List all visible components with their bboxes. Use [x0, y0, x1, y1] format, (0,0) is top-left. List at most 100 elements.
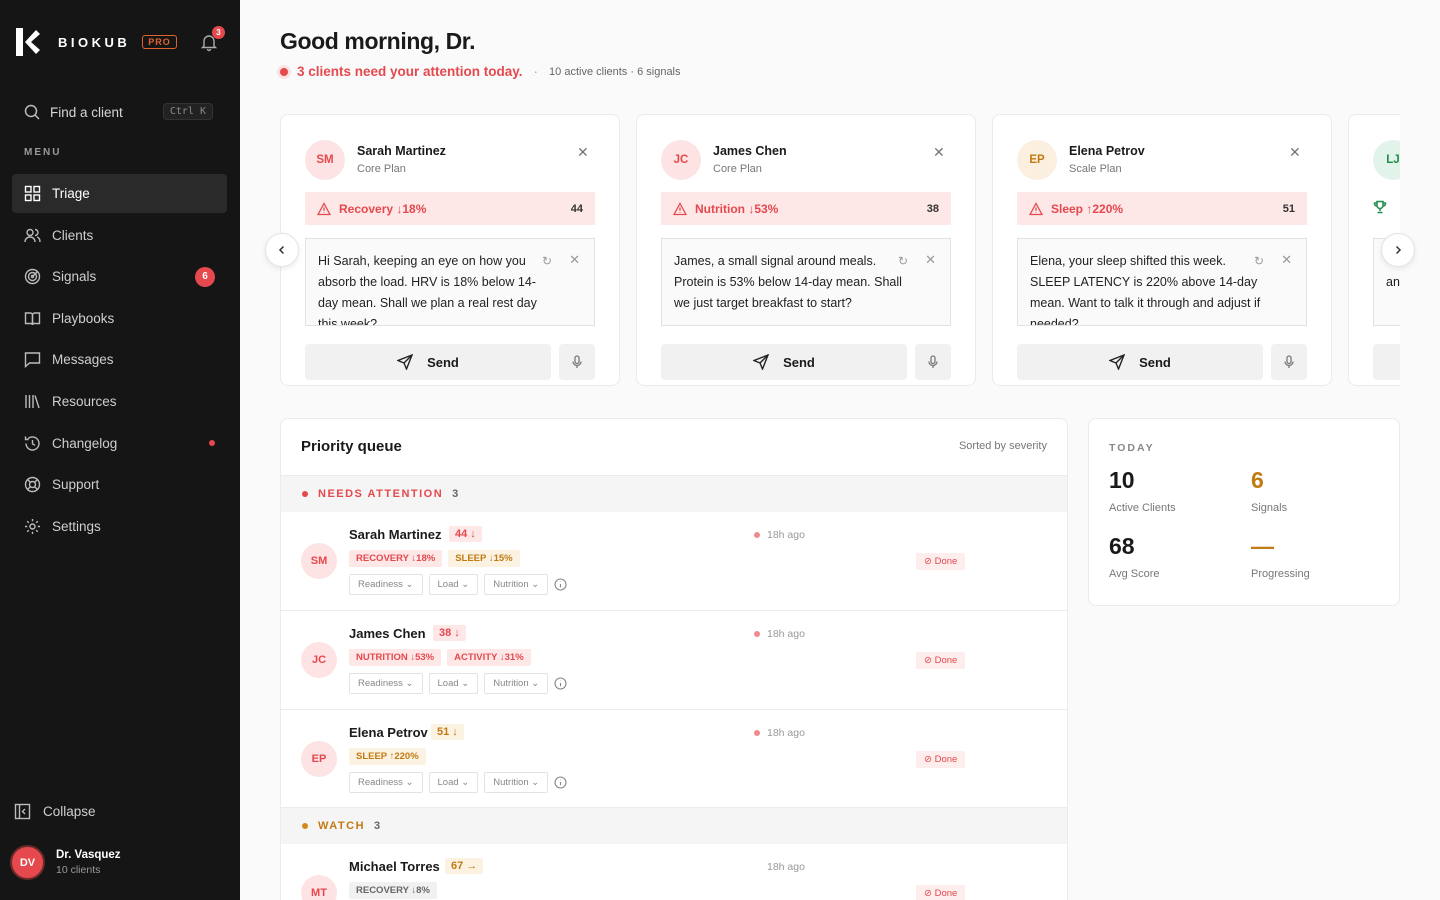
avatar: JC: [661, 140, 701, 180]
client-name: Sarah Martinez: [349, 527, 442, 542]
nav-item-support[interactable]: Support: [12, 465, 227, 504]
nutrition-select[interactable]: Nutrition ⌄: [484, 574, 549, 595]
readiness-select[interactable]: Readiness ⌄: [349, 673, 423, 694]
stat-active-clients: 10 Active Clients: [1109, 467, 1176, 514]
history-icon: [24, 435, 41, 452]
nav-item-clients[interactable]: Clients: [12, 216, 227, 255]
status-dot: [302, 823, 308, 829]
section-title: Priority queue: [301, 438, 402, 455]
client-plan: Core Plan: [713, 163, 762, 175]
close-icon[interactable]: ✕: [1289, 145, 1303, 159]
score-badge: 67 →: [445, 858, 484, 874]
mic-button[interactable]: [559, 344, 595, 380]
nav-item-triage[interactable]: Triage: [12, 174, 227, 213]
draft-message[interactable]: Elena, your sleep shifted this week. SLE…: [1017, 238, 1307, 326]
user-client-count: 10 clients: [56, 864, 101, 876]
client-name[interactable]: Sarah Martinez: [357, 144, 446, 158]
close-icon[interactable]: ✕: [1281, 249, 1292, 270]
nav-item-signals[interactable]: Signals 6: [12, 257, 227, 296]
warning-icon: [1029, 201, 1043, 215]
signal-chip: SLEEP ↑220%: [349, 748, 426, 765]
alert-label: Sleep ↑220%: [1051, 201, 1124, 216]
mic-button[interactable]: [915, 344, 951, 380]
client-name: Michael Torres: [349, 859, 440, 874]
chevron-left-icon: [278, 245, 285, 255]
stat-value: 10: [1109, 467, 1135, 493]
trophy-icon: [1373, 200, 1387, 217]
client-name[interactable]: Elena Petrov: [1069, 144, 1145, 158]
draft-message-text: James, a small signal around meals. Prot…: [674, 254, 902, 310]
nav-item-resources[interactable]: Resources: [12, 382, 227, 421]
send-button[interactable]: [1373, 344, 1400, 380]
signal-chip: SLEEP ↓15%: [448, 550, 520, 567]
load-select[interactable]: Load ⌄: [428, 772, 479, 793]
avatar: SM: [301, 543, 337, 579]
avatar: JC: [301, 642, 337, 678]
info-icon[interactable]: [554, 776, 567, 789]
load-select[interactable]: Load ⌄: [428, 574, 479, 595]
refresh-icon[interactable]: ↻: [898, 251, 908, 272]
nav-label: Support: [52, 477, 100, 493]
send-icon: [397, 354, 414, 370]
mic-button[interactable]: [1271, 344, 1307, 380]
user-name: Dr. Vasquez: [56, 849, 121, 861]
table-row[interactable]: EP Elena Petrov 51 ↓ SLEEP ↑220% Readine…: [281, 710, 1067, 809]
client-card: SM Sarah Martinez Core Plan ✕ Recovery ↓…: [280, 114, 620, 386]
done-button[interactable]: ⊘ Done: [916, 885, 966, 900]
last-updated: 18h ago: [754, 727, 805, 739]
stat-signals: 6 Signals: [1251, 467, 1287, 514]
brand-logo[interactable]: BIOKUB PRO: [16, 28, 177, 56]
user-profile[interactable]: DV Dr. Vasquez 10 clients: [10, 845, 121, 880]
library-icon: [24, 393, 41, 410]
table-row[interactable]: JC James Chen 38 ↓ NUTRITION ↓53% ACTIVI…: [281, 611, 1067, 710]
refresh-icon[interactable]: ↻: [1254, 251, 1264, 272]
send-icon: [1109, 354, 1126, 370]
microphone-icon: [928, 355, 938, 368]
signal-alert: Recovery ↓18% 44: [305, 192, 595, 225]
close-icon[interactable]: ✕: [569, 249, 580, 270]
done-button[interactable]: ⊘ Done: [916, 553, 966, 570]
lifebuoy-icon: [24, 476, 41, 493]
page-title: Good morning, Dr.: [280, 28, 476, 54]
client-name[interactable]: James Chen: [713, 144, 787, 158]
carousel-prev-button[interactable]: [265, 233, 299, 267]
avatar: DV: [10, 845, 45, 880]
nutrition-select[interactable]: Nutrition ⌄: [484, 673, 549, 694]
send-button[interactable]: Send: [1017, 344, 1263, 380]
draft-message[interactable]: Hi Sarah, keeping an eye on how you abso…: [305, 238, 595, 326]
done-button[interactable]: ⊘ Done: [916, 751, 966, 768]
readiness-select[interactable]: Readiness ⌄: [349, 772, 423, 793]
last-updated: 18h ago: [754, 529, 805, 541]
pro-badge: PRO: [142, 35, 177, 49]
close-icon[interactable]: ✕: [925, 249, 936, 270]
info-icon[interactable]: [554, 677, 567, 690]
warning-icon: [673, 201, 687, 215]
signal-chip: NUTRITION ↓53%: [349, 649, 442, 666]
close-icon[interactable]: ✕: [933, 145, 947, 159]
client-card: JC James Chen Core Plan ✕ Nutrition ↓53%…: [636, 114, 976, 386]
nutrition-select[interactable]: Nutrition ⌄: [484, 772, 549, 793]
find-client-button[interactable]: Find a client Ctrl K: [12, 96, 227, 128]
nav-item-playbooks[interactable]: Playbooks: [12, 299, 227, 338]
carousel-next-button[interactable]: [1381, 233, 1415, 267]
alert-score: 51: [1282, 202, 1295, 215]
stat-label: Progressing: [1251, 568, 1310, 580]
nav-item-messages[interactable]: Messages: [12, 340, 227, 379]
avatar: LJ: [1373, 140, 1400, 180]
send-button[interactable]: Send: [661, 344, 907, 380]
readiness-select[interactable]: Readiness ⌄: [349, 574, 423, 595]
sort-indicator[interactable]: Sorted by severity: [959, 440, 1047, 452]
nav-item-changelog[interactable]: Changelog: [12, 424, 227, 463]
table-row[interactable]: MT Michael Torres 67 → RECOVERY ↓8% 18h …: [281, 844, 1067, 900]
nav-item-settings[interactable]: Settings: [12, 507, 227, 546]
refresh-icon[interactable]: ↻: [542, 251, 552, 272]
group-header-watch: WATCH 3: [281, 807, 1067, 844]
table-row[interactable]: SM Sarah Martinez 44 ↓ RECOVERY ↓18% SLE…: [281, 512, 1067, 611]
close-icon[interactable]: ✕: [577, 145, 591, 159]
send-button[interactable]: Send: [305, 344, 551, 380]
draft-message[interactable]: James, a small signal around meals. Prot…: [661, 238, 951, 326]
collapse-sidebar-button[interactable]: Collapse: [14, 803, 96, 820]
done-button[interactable]: ⊘ Done: [916, 652, 966, 669]
load-select[interactable]: Load ⌄: [428, 673, 479, 694]
info-icon[interactable]: [554, 578, 567, 591]
